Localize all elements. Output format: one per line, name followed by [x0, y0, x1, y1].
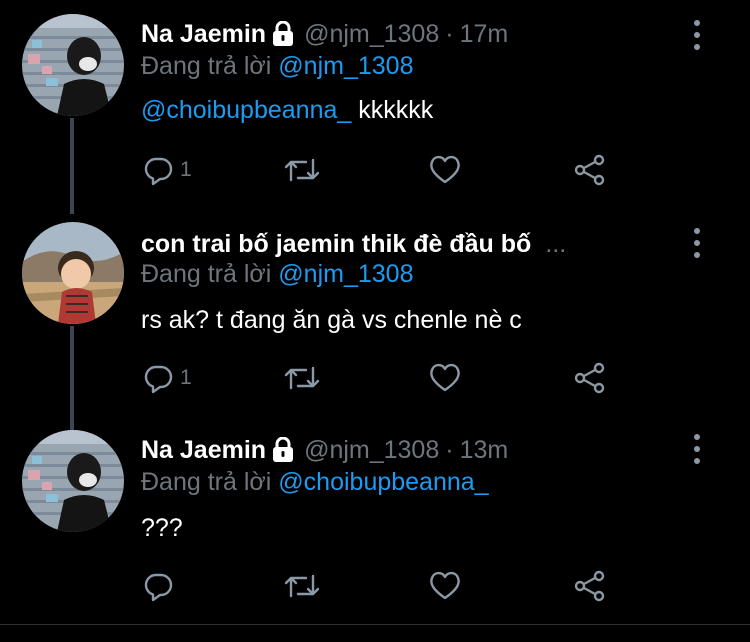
replying-to-handle[interactable]: @njm_1308: [278, 52, 413, 80]
share-icon: [574, 362, 605, 394]
replying-to-label: Đang trả lời: [141, 468, 272, 496]
like-button[interactable]: [428, 150, 462, 190]
reply-button[interactable]: 1: [142, 358, 192, 398]
reply-button[interactable]: 1: [142, 150, 192, 190]
tweet-text: ???: [141, 514, 183, 542]
tweet-1[interactable]: Na Jaemin @njm_1308 · 17m Đang trả lời @…: [0, 0, 750, 214]
name-overflow: ...: [545, 229, 567, 258]
replying-to-label: Đang trả lời: [141, 260, 272, 288]
reply-icon: [144, 157, 173, 186]
display-name[interactable]: Na Jaemin: [141, 436, 266, 465]
display-name[interactable]: con trai bố jaemin thik đè đầu bố: [141, 230, 531, 259]
avatar[interactable]: [22, 14, 124, 116]
replying-to-label: Đang trả lời: [141, 52, 272, 80]
like-button[interactable]: [428, 358, 462, 398]
display-name[interactable]: Na Jaemin: [141, 20, 266, 49]
share-icon: [574, 154, 605, 186]
more-options-icon[interactable]: [690, 20, 704, 50]
timestamp[interactable]: 13m: [460, 436, 509, 465]
user-handle[interactable]: @njm_1308: [304, 20, 439, 49]
tweet-2[interactable]: con trai bố jaemin thik đè đầu bố ... Đa…: [0, 210, 750, 430]
heart-icon: [430, 363, 460, 392]
timestamp[interactable]: 17m: [460, 20, 509, 49]
share-button[interactable]: [573, 358, 607, 398]
reply-icon: [144, 573, 173, 602]
share-button[interactable]: [573, 150, 607, 190]
more-options-icon[interactable]: [690, 228, 704, 258]
separator-dot: ·: [445, 19, 454, 48]
lock-icon: [272, 20, 294, 47]
separator-dot: ·: [445, 435, 454, 464]
avatar[interactable]: [22, 222, 124, 324]
retweet-button[interactable]: [283, 566, 321, 606]
reply-icon: [144, 365, 173, 394]
share-icon: [574, 570, 605, 602]
heart-icon: [430, 571, 460, 600]
lock-icon: [272, 436, 294, 463]
more-options-icon[interactable]: [690, 434, 704, 464]
avatar[interactable]: [22, 430, 124, 532]
reply-button[interactable]: [142, 566, 180, 606]
replying-to-handle[interactable]: @njm_1308: [278, 260, 413, 288]
retweet-icon: [284, 574, 320, 598]
mention-link[interactable]: @choibupbeanna_: [141, 96, 351, 124]
retweet-button[interactable]: [283, 150, 321, 190]
tweet-text: kkkkkk: [351, 96, 434, 124]
like-button[interactable]: [428, 566, 462, 606]
replying-to-handle[interactable]: @choibupbeanna_: [278, 468, 488, 496]
retweet-icon: [284, 366, 320, 390]
heart-icon: [430, 155, 460, 184]
reply-count: 1: [180, 366, 192, 389]
reply-count: 1: [180, 158, 192, 181]
retweet-button[interactable]: [283, 358, 321, 398]
share-button[interactable]: [573, 566, 607, 606]
user-handle[interactable]: @njm_1308: [304, 436, 439, 465]
retweet-icon: [284, 158, 320, 182]
divider: [0, 624, 750, 625]
tweet-3[interactable]: Na Jaemin @njm_1308 · 13m Đang trả lời @…: [0, 420, 750, 624]
tweet-text: rs ak? t đang ăn gà vs chenle nè c: [141, 306, 522, 334]
